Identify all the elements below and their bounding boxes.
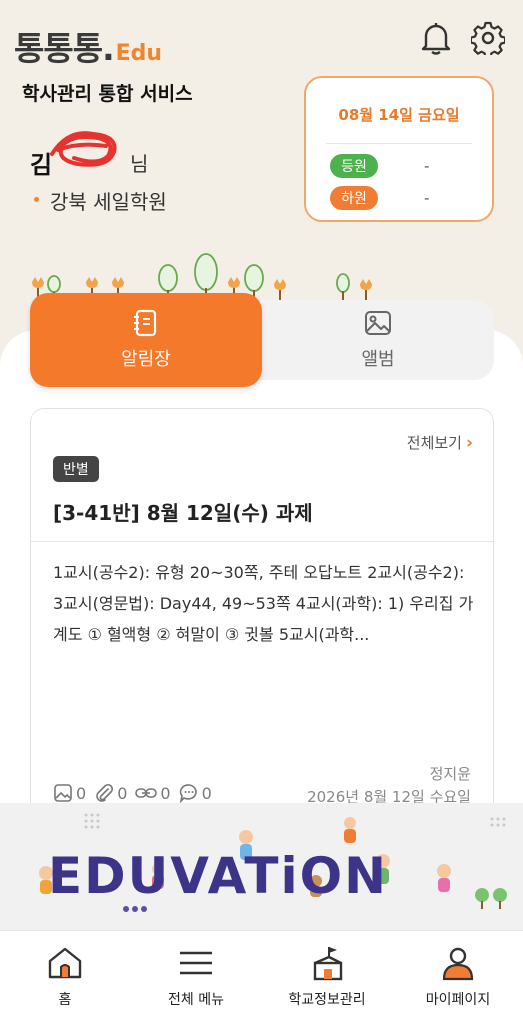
- image-count: 0: [53, 783, 86, 803]
- eduvation-banner[interactable]: EDUVATiON: [0, 803, 523, 931]
- notice-title: [3-41반] 8월 12일(수) 과제: [53, 501, 313, 525]
- notice-card[interactable]: 전체보기 › 반별 [3-41반] 8월 12일(수) 과제 1교시(공수2):…: [30, 408, 494, 818]
- person-icon: [442, 947, 474, 981]
- attendance-date: 08월 14일 금요일: [338, 106, 460, 124]
- check-out-value: -: [424, 189, 430, 207]
- image-count-value: 0: [76, 783, 87, 803]
- attendance-card: 08월 14일 금요일 등원 - 하원 -: [304, 76, 494, 222]
- view-all-label: 전체보기: [406, 434, 462, 452]
- service-title: 학사관리 통합 서비스: [22, 83, 193, 105]
- school-icon: [313, 947, 343, 981]
- user-honorific: 님: [130, 152, 149, 176]
- gear-icon[interactable]: [470, 20, 506, 56]
- view-all-link[interactable]: 전체보기 ›: [407, 432, 473, 453]
- attachment-count: 0: [94, 783, 127, 803]
- divider: [326, 143, 472, 144]
- chevron-right-icon: ›: [465, 432, 473, 453]
- image-icon: [54, 784, 72, 802]
- banner-title: EDUVATiON: [48, 847, 388, 905]
- redaction-scribble: [50, 131, 117, 167]
- nav-my-page[interactable]: 마이페이지: [393, 931, 523, 1024]
- check-in-value: -: [424, 157, 430, 175]
- nav-all-menu-label: 전체 메뉴: [168, 992, 224, 1008]
- notice-body: 1교시(공수2): 유형 20~30쪽, 주테 오답노트 2교시(공수2): 3…: [53, 563, 474, 644]
- tab-bar: 앨범 알림장: [30, 293, 494, 387]
- nav-my-page-label: 마이페이지: [425, 992, 491, 1008]
- academy-bullet: [34, 197, 39, 202]
- tab-notice[interactable]: 알림장: [30, 293, 262, 387]
- comment-count-value: 0: [201, 783, 212, 803]
- comment-count: 0: [179, 783, 212, 803]
- notice-author: 정지윤: [429, 765, 471, 783]
- academy-name[interactable]: 강북 세일학원: [50, 186, 167, 215]
- logo-edu-text: Edu: [115, 41, 163, 66]
- paperclip-icon: [96, 783, 114, 802]
- home-icon: [48, 947, 82, 979]
- menu-icon: [180, 951, 212, 975]
- nav-school-info[interactable]: 학교정보관리: [262, 931, 392, 1024]
- tab-album[interactable]: 앨범: [262, 300, 494, 380]
- app-logo: 통통통. Edu: [14, 22, 162, 70]
- bottom-nav: 홈 전체 메뉴 학교정보관리 마이페이지: [0, 930, 523, 1024]
- link-count-value: 0: [160, 783, 171, 803]
- comment-icon: [179, 784, 197, 803]
- attachment-count-value: 0: [117, 783, 128, 803]
- nav-home[interactable]: 홈: [0, 931, 130, 1024]
- notebook-icon: [134, 309, 157, 337]
- check-out-badge: 하원: [330, 186, 378, 210]
- link-icon: [135, 788, 158, 798]
- nav-all-menu[interactable]: 전체 메뉴: [131, 931, 261, 1024]
- app-header: 통통통. Edu: [0, 0, 523, 80]
- link-count: 0: [135, 783, 171, 803]
- tab-notice-label: 알림장: [121, 349, 171, 370]
- notice-stats: 0 0 0 0: [53, 783, 220, 803]
- nav-school-info-label: 학교정보관리: [288, 992, 366, 1008]
- tab-album-label: 앨범: [361, 349, 395, 370]
- divider: [31, 541, 493, 542]
- bell-icon[interactable]: [418, 20, 454, 56]
- nav-home-label: 홈: [58, 992, 72, 1008]
- logo-main-text: 통통통.: [14, 29, 115, 68]
- class-badge: 반별: [53, 456, 99, 482]
- photo-icon: [365, 311, 391, 335]
- check-in-badge: 등원: [330, 154, 378, 178]
